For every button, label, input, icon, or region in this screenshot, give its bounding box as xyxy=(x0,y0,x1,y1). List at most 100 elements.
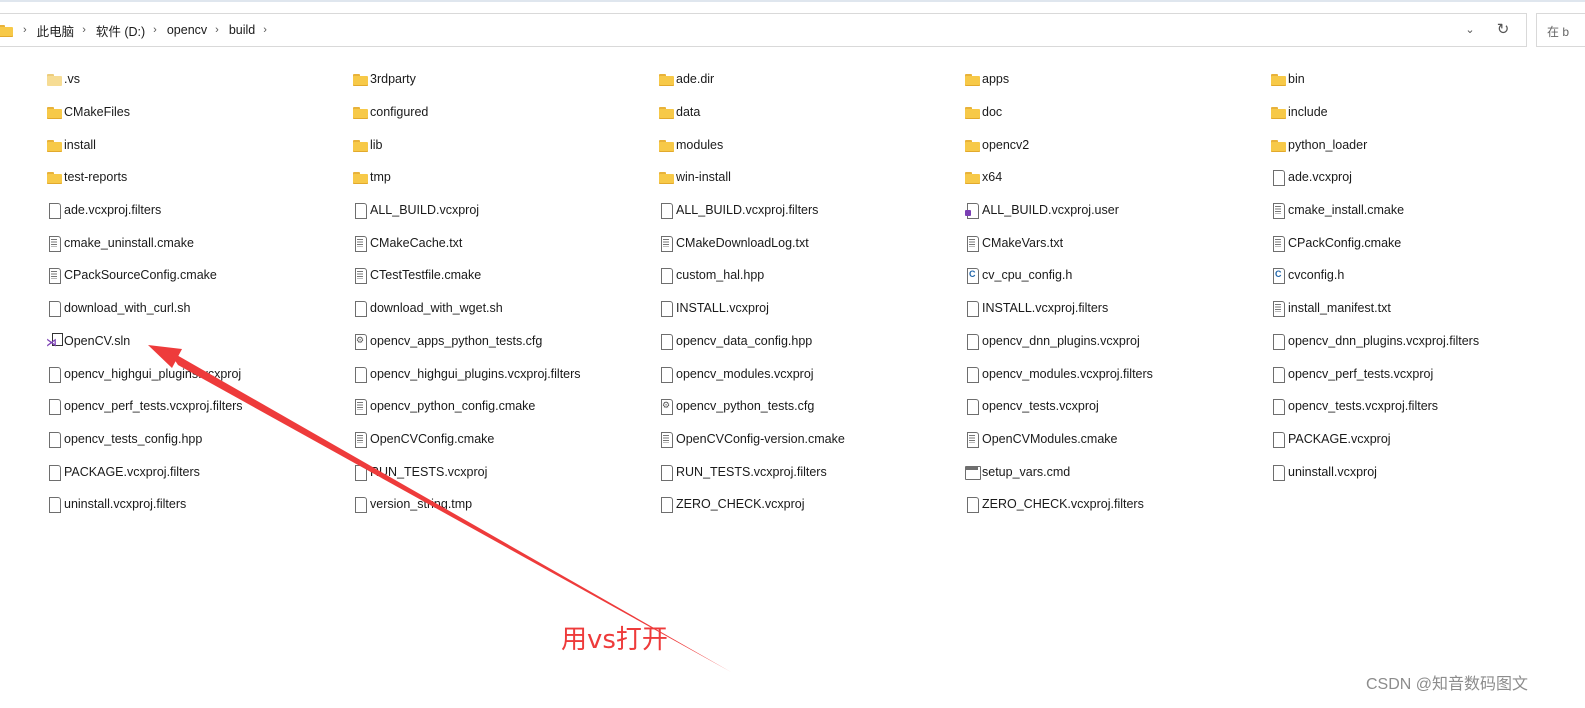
file-item[interactable]: ade.vcxproj xyxy=(1270,161,1576,194)
address-bar[interactable]: › 此电脑 › 软件 (D:) › opencv › build › ⌄ ↻ xyxy=(0,13,1527,47)
file-item[interactable]: version_string.tmp xyxy=(352,488,658,521)
refresh-icon[interactable]: ↻ xyxy=(1493,20,1513,40)
file-item[interactable]: INSTALL.vcxproj xyxy=(658,292,964,325)
file-name: RUN_TESTS.vcxproj xyxy=(370,464,488,479)
chevron-down-icon[interactable]: ⌄ xyxy=(1462,22,1478,38)
file-item[interactable]: OpenCV.sln xyxy=(46,325,352,358)
chevron-right-icon[interactable]: › xyxy=(153,24,157,36)
file-item[interactable]: doc xyxy=(964,96,1270,129)
file-item[interactable]: modules xyxy=(658,128,964,161)
file-name: ade.vcxproj.filters xyxy=(64,203,162,218)
file-item[interactable]: .vs xyxy=(46,63,352,96)
file-item[interactable]: install_manifest.txt xyxy=(1270,292,1576,325)
file-item[interactable]: CMakeDownloadLog.txt xyxy=(658,226,964,259)
file-item[interactable]: custom_hal.hpp xyxy=(658,259,964,292)
file-item[interactable]: RUN_TESTS.vcxproj.filters xyxy=(658,455,964,488)
file-item[interactable]: tmp xyxy=(352,161,658,194)
chevron-right-icon[interactable]: › xyxy=(263,24,267,36)
file-item[interactable]: x64 xyxy=(964,161,1270,194)
file-item[interactable]: CPackConfig.cmake xyxy=(1270,226,1576,259)
file-item[interactable]: CMakeFiles xyxy=(46,96,352,129)
file-item[interactable]: ade.vcxproj.filters xyxy=(46,194,352,227)
file-item[interactable]: OpenCVModules.cmake xyxy=(964,423,1270,456)
file-item[interactable]: CPackSourceConfig.cmake xyxy=(46,259,352,292)
file-item[interactable]: ALL_BUILD.vcxproj.user xyxy=(964,194,1270,227)
window-top-edge xyxy=(0,0,1585,2)
file-item[interactable]: opencv_python_config.cmake xyxy=(352,390,658,423)
file-item[interactable]: opencv_python_tests.cfg xyxy=(658,390,964,423)
file-item[interactable]: lib xyxy=(352,128,658,161)
file-item[interactable]: CMakeVars.txt xyxy=(964,226,1270,259)
file-item[interactable]: ZERO_CHECK.vcxproj xyxy=(658,488,964,521)
file-item[interactable]: apps xyxy=(964,63,1270,96)
file-item[interactable]: INSTALL.vcxproj.filters xyxy=(964,292,1270,325)
chevron-right-icon[interactable]: › xyxy=(82,24,86,36)
file-icon xyxy=(46,300,62,318)
file-icon xyxy=(658,202,674,220)
file-item[interactable]: CTestTestfile.cmake xyxy=(352,259,658,292)
file-item[interactable]: PACKAGE.vcxproj.filters xyxy=(46,455,352,488)
file-item[interactable]: opencv_data_config.hpp xyxy=(658,325,964,358)
file-item[interactable]: configured xyxy=(352,96,658,129)
watermark: CSDN @知音数码图文 xyxy=(1366,676,1529,693)
file-item[interactable]: download_with_curl.sh xyxy=(46,292,352,325)
file-item[interactable]: ade.dir xyxy=(658,63,964,96)
file-item[interactable]: opencv_perf_tests.vcxproj.filters xyxy=(46,390,352,423)
file-item[interactable]: uninstall.vcxproj.filters xyxy=(46,488,352,521)
file-item[interactable]: python_loader xyxy=(1270,128,1576,161)
breadcrumb-item-this-pc[interactable]: 此电脑 xyxy=(37,21,75,40)
file-name: configured xyxy=(370,105,429,120)
file-name: ALL_BUILD.vcxproj.user xyxy=(982,203,1119,218)
chevron-right-icon[interactable]: › xyxy=(215,24,219,36)
file-item[interactable]: win-install xyxy=(658,161,964,194)
file-item[interactable]: opencv_tests_config.hpp xyxy=(46,423,352,456)
file-name: opencv_apps_python_tests.cfg xyxy=(370,333,543,348)
file-item[interactable]: OpenCVConfig.cmake xyxy=(352,423,658,456)
file-item[interactable]: opencv_highgui_plugins.vcxproj.filters xyxy=(352,357,658,390)
file-item[interactable]: PACKAGE.vcxproj xyxy=(1270,423,1576,456)
file-item[interactable]: download_with_wget.sh xyxy=(352,292,658,325)
chevron-right-icon[interactable]: › xyxy=(23,24,27,36)
file-item[interactable]: ALL_BUILD.vcxproj xyxy=(352,194,658,227)
file-item[interactable]: cmake_uninstall.cmake xyxy=(46,226,352,259)
file-item[interactable]: opencv_perf_tests.vcxproj xyxy=(1270,357,1576,390)
file-item[interactable]: install xyxy=(46,128,352,161)
file-item[interactable]: opencv2 xyxy=(964,128,1270,161)
folder-icon xyxy=(46,169,62,185)
file-item[interactable]: opencv_apps_python_tests.cfg xyxy=(352,325,658,358)
file-item[interactable]: OpenCVConfig-version.cmake xyxy=(658,423,964,456)
file-item[interactable]: opencv_dnn_plugins.vcxproj.filters xyxy=(1270,325,1576,358)
breadcrumb-item-build[interactable]: build xyxy=(229,23,255,37)
breadcrumb-item-opencv[interactable]: opencv xyxy=(167,23,207,37)
folder-icon xyxy=(352,137,368,153)
file-item[interactable]: cvconfig.h xyxy=(1270,259,1576,292)
folder-icon xyxy=(964,169,980,185)
file-item[interactable]: opencv_modules.vcxproj xyxy=(658,357,964,390)
file-item[interactable]: 3rdparty xyxy=(352,63,658,96)
file-item[interactable]: ALL_BUILD.vcxproj.filters xyxy=(658,194,964,227)
file-name: 3rdparty xyxy=(370,72,416,87)
file-item[interactable]: cmake_install.cmake xyxy=(1270,194,1576,227)
file-item[interactable]: setup_vars.cmd xyxy=(964,455,1270,488)
file-item[interactable]: RUN_TESTS.vcxproj xyxy=(352,455,658,488)
file-icon xyxy=(658,496,674,514)
file-item[interactable]: cv_cpu_config.h xyxy=(964,259,1270,292)
breadcrumb-item-drive-d[interactable]: 软件 (D:) xyxy=(96,21,145,40)
file-item[interactable]: include xyxy=(1270,96,1576,129)
file-name: opencv_highgui_plugins.vcxproj.filters xyxy=(370,366,581,381)
file-item[interactable]: opencv_dnn_plugins.vcxproj xyxy=(964,325,1270,358)
file-item[interactable]: opencv_tests.vcxproj.filters xyxy=(1270,390,1576,423)
file-item[interactable]: opencv_modules.vcxproj.filters xyxy=(964,357,1270,390)
file-item[interactable]: CMakeCache.txt xyxy=(352,226,658,259)
file-item[interactable]: test-reports xyxy=(46,161,352,194)
file-name: install_manifest.txt xyxy=(1288,301,1391,316)
file-item[interactable]: ZERO_CHECK.vcxproj.filters xyxy=(964,488,1270,521)
file-item[interactable]: data xyxy=(658,96,964,129)
search-input[interactable]: 在 b xyxy=(1536,13,1585,47)
file-item[interactable]: opencv_tests.vcxproj xyxy=(964,390,1270,423)
file-item[interactable]: uninstall.vcxproj xyxy=(1270,455,1576,488)
file-name: doc xyxy=(982,105,1003,120)
file-item[interactable]: bin xyxy=(1270,63,1576,96)
file-icon xyxy=(352,202,368,220)
file-item[interactable]: opencv_highgui_plugins.vcxproj xyxy=(46,357,352,390)
